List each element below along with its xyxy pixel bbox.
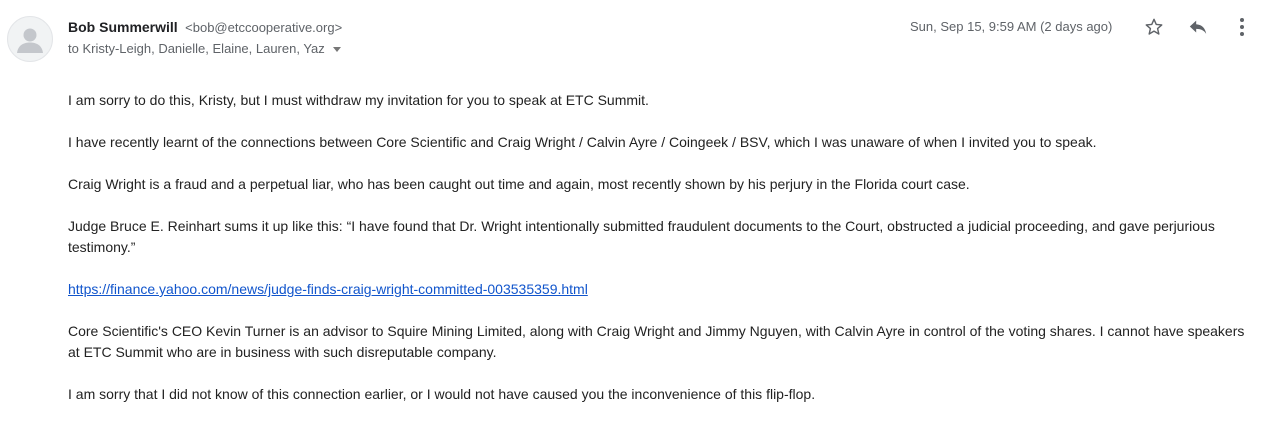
message-link-paragraph: https://finance.yahoo.com/news/judge-fin… xyxy=(68,279,1248,300)
sender-line: Bob Summerwill <bob@etccooperative.org> xyxy=(68,17,342,38)
message-paragraph: I am sorry that I did not know of this c… xyxy=(68,386,816,402)
message-timestamp: Sun, Sep 15, 9:59 AM (2 days ago) xyxy=(910,19,1113,34)
sender-name[interactable]: Bob Summerwill xyxy=(68,19,178,35)
recipients-text: to Kristy-Leigh, Danielle, Elaine, Laure… xyxy=(68,41,325,56)
message-paragraph: Judge Bruce E. Reinhart sums it up like … xyxy=(68,218,1215,255)
message-paragraph: Craig Wright is a fraud and a perpetual … xyxy=(68,176,970,192)
more-options-button[interactable] xyxy=(1228,13,1256,41)
person-icon xyxy=(17,28,43,53)
sender-avatar[interactable] xyxy=(7,16,53,62)
message-body: I am sorry to do this, Kristy, but I mus… xyxy=(68,90,1248,426)
reply-icon xyxy=(1189,20,1207,34)
recipients-line: to Kristy-Leigh, Danielle, Elaine, Laure… xyxy=(68,39,341,59)
star-button[interactable] xyxy=(1140,13,1168,41)
star-icon xyxy=(1145,18,1163,35)
sender-email: <bob@etccooperative.org> xyxy=(185,20,343,35)
article-link[interactable]: https://finance.yahoo.com/news/judge-fin… xyxy=(68,281,588,297)
caret-down-icon[interactable] xyxy=(332,46,341,52)
message-paragraph: I am sorry to do this, Kristy, but I mus… xyxy=(68,92,649,108)
reply-button[interactable] xyxy=(1184,13,1212,41)
message-paragraph: I have recently learnt of the connection… xyxy=(68,134,1097,150)
message-paragraph: Core Scientific's CEO Kevin Turner is an… xyxy=(68,323,1245,360)
more-vertical-icon xyxy=(1240,18,1244,36)
